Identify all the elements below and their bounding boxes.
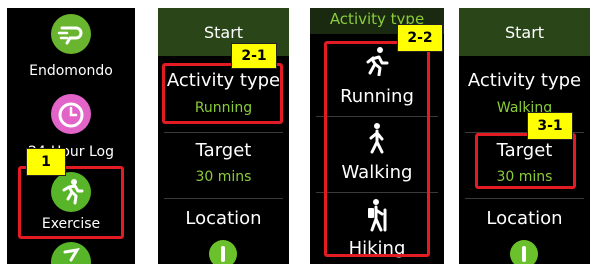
target-highlight	[475, 133, 576, 189]
divider	[465, 198, 584, 199]
target-title[interactable]: Target	[158, 140, 289, 161]
start-header[interactable]: Start	[459, 8, 590, 56]
location-toggle-icon[interactable]	[209, 240, 237, 264]
divider	[164, 132, 283, 133]
step-3-1-callout: 3-1	[527, 112, 573, 140]
endomondo-app-icon[interactable]	[51, 14, 91, 54]
endomondo-label: Endomondo	[29, 63, 113, 79]
step-1-callout: 1	[26, 148, 66, 176]
partial-app-icon[interactable]	[51, 242, 91, 264]
step-2-1-callout: 2-1	[231, 43, 277, 69]
location-toggle-icon[interactable]	[510, 240, 538, 264]
target-value: 30 mins	[195, 169, 252, 185]
activity-list-highlight	[324, 41, 430, 257]
location-title[interactable]: Location	[459, 208, 590, 229]
exercise-highlight	[18, 166, 124, 239]
clock-log-icon[interactable]	[51, 94, 91, 134]
location-title[interactable]: Location	[158, 208, 289, 229]
step-2-2-callout: 2-2	[397, 24, 443, 52]
divider	[164, 198, 283, 199]
activity-type-title[interactable]: Activity type	[459, 70, 590, 91]
activity-type-highlight	[162, 63, 283, 124]
